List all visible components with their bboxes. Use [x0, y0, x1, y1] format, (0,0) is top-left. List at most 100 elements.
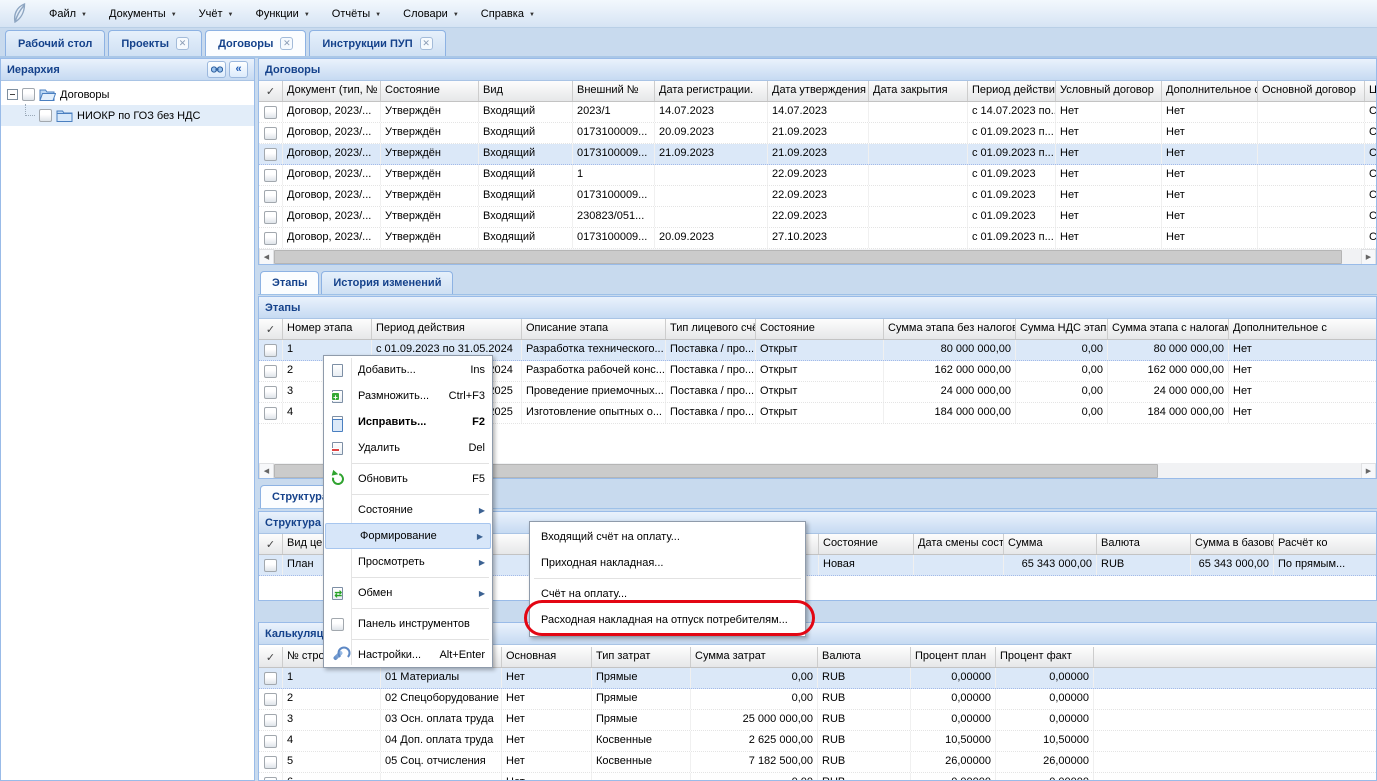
submenu-item-invoice[interactable]: Счёт на оплату...: [530, 581, 805, 607]
table-row[interactable]: Договор, 2023/...УтверждёнВходящий017310…: [259, 228, 1376, 249]
tree-checkbox[interactable]: [22, 88, 35, 101]
column-header[interactable]: Сумма этапа без налогов: [884, 319, 1016, 339]
column-header[interactable]: ✓: [259, 647, 283, 667]
table-row[interactable]: Договор, 2023/...УтверждёнВходящий017310…: [259, 144, 1376, 165]
row-checkbox[interactable]: [259, 555, 283, 575]
menu-item-duplicate[interactable]: + Размножить... Ctrl+F3: [324, 383, 492, 409]
scrollbar-thumb[interactable]: [274, 250, 1342, 264]
search-icon[interactable]: [207, 61, 226, 78]
tab-change-history[interactable]: История изменений: [321, 271, 453, 294]
column-header[interactable]: ✓: [259, 534, 283, 554]
table-row[interactable]: 404 Доп. оплата трудаНетКосвенные2 625 0…: [259, 731, 1376, 752]
column-header[interactable]: Ц: [1365, 81, 1376, 101]
column-header[interactable]: Состояние: [819, 534, 914, 554]
submenu-item-incoming-invoice[interactable]: Входящий счёт на оплату...: [530, 524, 805, 550]
table-row[interactable]: 303 Осн. оплата трудаНетПрямые25 000 000…: [259, 710, 1376, 731]
submenu-item-expense-note[interactable]: Расходная накладная на отпуск потребител…: [530, 607, 805, 633]
column-header[interactable]: Дата утверждения: [768, 81, 869, 101]
scroll-left-icon[interactable]: ◀: [259, 249, 274, 265]
row-checkbox[interactable]: [259, 144, 283, 164]
column-header[interactable]: Сумма НДС этапа: [1016, 319, 1108, 339]
scroll-right-icon[interactable]: ▶: [1361, 249, 1376, 265]
table-row[interactable]: Договор, 2023/...УтверждёнВходящий017310…: [259, 123, 1376, 144]
table-row[interactable]: Договор, 2023/...УтверждёнВходящий122.09…: [259, 165, 1376, 186]
column-header[interactable]: Описание этапа: [522, 319, 666, 339]
column-header[interactable]: Дата закрытия: [869, 81, 968, 101]
scroll-left-icon[interactable]: ◀: [259, 463, 274, 479]
column-header[interactable]: Состояние: [381, 81, 479, 101]
menu-item-state[interactable]: Состояние ▶: [324, 497, 492, 523]
row-checkbox[interactable]: [259, 207, 283, 227]
menu-item-view[interactable]: Просмотреть ▶: [324, 549, 492, 575]
column-header[interactable]: Валюта: [818, 647, 911, 667]
table-row[interactable]: 101 МатериалыНетПрямые0,00RUB0,000000,00…: [259, 668, 1376, 689]
column-header[interactable]: ✓: [259, 81, 283, 101]
column-header[interactable]: Сумма: [1004, 534, 1097, 554]
tree-node-niokr[interactable]: НИОКР по ГОЗ без НДС: [1, 105, 254, 126]
row-checkbox[interactable]: [259, 123, 283, 143]
row-checkbox[interactable]: [259, 731, 283, 751]
row-checkbox[interactable]: [259, 689, 283, 709]
menu-file[interactable]: Файл▼: [38, 4, 98, 24]
column-header[interactable]: Расчёт ко: [1274, 534, 1376, 554]
row-checkbox[interactable]: [259, 186, 283, 206]
column-header[interactable]: Дополнительное с: [1162, 81, 1258, 101]
menu-item-settings[interactable]: Настройки... Alt+Enter: [324, 642, 492, 668]
menu-item-exchange[interactable]: ⇄ Обмен ▶: [324, 580, 492, 606]
tab-contracts[interactable]: Договоры✕: [205, 30, 306, 56]
column-header[interactable]: [1094, 647, 1376, 667]
column-header[interactable]: Дата регистрации.: [655, 81, 768, 101]
column-header[interactable]: Дата смены состоя: [914, 534, 1004, 554]
column-header[interactable]: Сумма в базовой в: [1191, 534, 1274, 554]
menu-dictionaries[interactable]: Словари▼: [392, 4, 470, 24]
menu-reports[interactable]: Отчёты▼: [321, 4, 392, 24]
column-header[interactable]: Валюта: [1097, 534, 1191, 554]
tab-desktop[interactable]: Рабочий стол: [5, 30, 105, 56]
tab-stages[interactable]: Этапы: [260, 271, 319, 294]
column-header[interactable]: Сумма этапа с налогами: [1108, 319, 1229, 339]
menu-help[interactable]: Справка▼: [470, 4, 546, 24]
column-header[interactable]: Дополнительное с: [1229, 319, 1376, 339]
scroll-right-icon[interactable]: ▶: [1361, 463, 1376, 479]
collapse-panel-icon[interactable]: «: [229, 61, 248, 78]
row-checkbox[interactable]: [259, 752, 283, 772]
menu-item-toolbar-toggle[interactable]: Панель инструментов: [324, 611, 492, 637]
row-checkbox[interactable]: [259, 773, 283, 781]
close-icon[interactable]: ✕: [176, 37, 189, 50]
row-checkbox[interactable]: [259, 340, 283, 360]
column-header[interactable]: Тип затрат: [592, 647, 691, 667]
row-checkbox[interactable]: [259, 102, 283, 122]
menu-item-edit[interactable]: Исправить... F2: [324, 409, 492, 435]
tree-checkbox[interactable]: [39, 109, 52, 122]
column-header[interactable]: Период действия: [372, 319, 522, 339]
menu-item-add[interactable]: Добавить... Ins: [324, 357, 492, 383]
column-header[interactable]: Состояние: [756, 319, 884, 339]
column-header[interactable]: Период действия..: [968, 81, 1056, 101]
menu-item-refresh[interactable]: Обновить F5: [324, 466, 492, 492]
column-header[interactable]: Номер этапа: [283, 319, 372, 339]
column-header[interactable]: Вид: [479, 81, 573, 101]
menu-item-delete[interactable]: Удалить Del: [324, 435, 492, 461]
menu-accounting[interactable]: Учёт▼: [188, 4, 245, 24]
table-row[interactable]: 505 Соц. отчисленияНетКосвенные7 182 500…: [259, 752, 1376, 773]
column-header[interactable]: Основной договор: [1258, 81, 1365, 101]
row-checkbox[interactable]: [259, 165, 283, 185]
column-header[interactable]: Документ (тип, №: [283, 81, 381, 101]
row-checkbox[interactable]: [259, 668, 283, 688]
close-icon[interactable]: ✕: [280, 37, 293, 50]
column-header[interactable]: Основная: [502, 647, 592, 667]
tree-node-contracts[interactable]: Договоры: [1, 84, 254, 105]
column-header[interactable]: Условный договор: [1056, 81, 1162, 101]
column-header[interactable]: Тип лицевого счёт: [666, 319, 756, 339]
table-row[interactable]: Договор, 2023/...УтверждёнВходящий2023/1…: [259, 102, 1376, 123]
table-row[interactable]: Договор, 2023/...УтверждёнВходящий230823…: [259, 207, 1376, 228]
close-icon[interactable]: ✕: [420, 37, 433, 50]
column-header[interactable]: Внешний №: [573, 81, 655, 101]
column-header[interactable]: Процент план: [911, 647, 996, 667]
row-checkbox[interactable]: [259, 403, 283, 423]
horizontal-scrollbar[interactable]: ◀ ▶: [259, 249, 1376, 265]
table-row[interactable]: Договор, 2023/...УтверждёнВходящий017310…: [259, 186, 1376, 207]
tab-instructions[interactable]: Инструкции ПУП✕: [309, 30, 445, 56]
menu-functions[interactable]: Функции▼: [244, 4, 320, 24]
submenu-item-receipt-note[interactable]: Приходная накладная...: [530, 550, 805, 576]
